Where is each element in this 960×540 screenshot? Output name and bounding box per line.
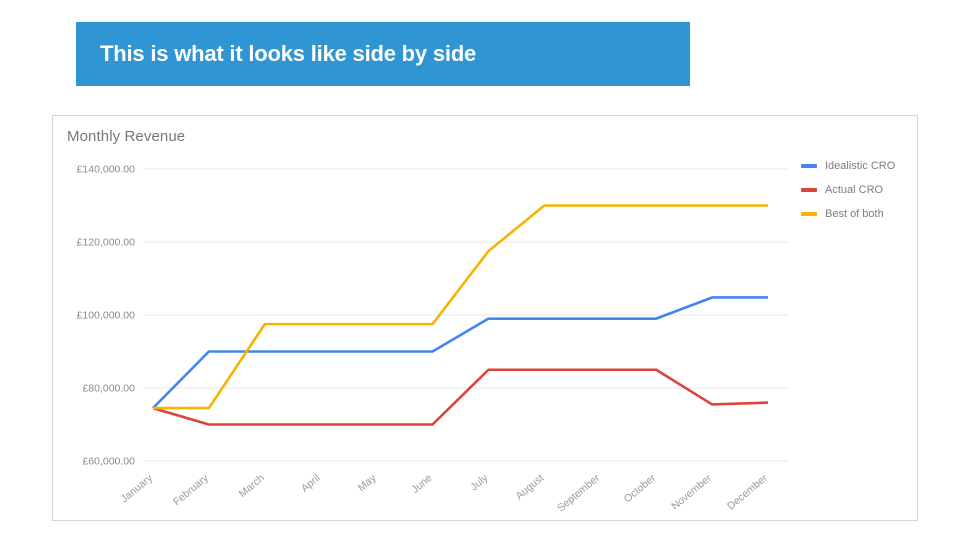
y-axis-tick-label: £120,000.00: [77, 237, 136, 249]
series-line-best-of-both: [153, 204, 768, 410]
y-axis-labels: £60,000.00 £80,000.00 £100,000.00 £120,000.…: [77, 164, 136, 468]
line-chart-svg: £60,000.00 £80,000.00 £100,000.00 £120,000.…: [77, 164, 788, 515]
x-axis-tick-label: August: [514, 472, 547, 502]
legend-item[interactable]: Actual CRO: [801, 180, 913, 200]
y-axis-tick-label: £140,000.00: [77, 164, 136, 176]
x-axis-tick-label: April: [299, 472, 323, 495]
x-axis-tick-label: January: [119, 472, 156, 506]
x-axis-tick-label: March: [237, 472, 267, 500]
chart-legend: Idealistic CRO Actual CRO Best of both: [801, 156, 913, 228]
x-axis-tick-label: September: [555, 472, 602, 515]
x-axis-labels: January February March April May June July Augu…: [119, 472, 771, 515]
x-axis-tick-label: June: [409, 472, 434, 496]
legend-item[interactable]: Best of both: [801, 204, 913, 224]
legend-label: Actual CRO: [825, 184, 884, 196]
legend-swatch-icon: [801, 164, 817, 168]
series-line-actual-cro: [152, 368, 769, 426]
y-axis-tick-label: £80,000.00: [82, 383, 135, 395]
x-axis-tick-label: July: [468, 472, 491, 494]
legend-swatch-icon: [801, 188, 817, 192]
headline-text: This is what it looks like side by side: [100, 41, 477, 66]
legend-swatch-icon: [801, 212, 817, 216]
x-axis-tick-label: December: [725, 472, 770, 513]
legend-label: Best of both: [825, 208, 884, 220]
chart-card: Monthly Revenue £60,000.00 £80,000.00 £100…: [52, 115, 918, 521]
y-axis-tick-label: £100,000.00: [77, 310, 136, 322]
x-axis-tick-label: November: [669, 472, 714, 513]
legend-label: Idealistic CRO: [825, 160, 896, 172]
x-axis-tick-label: February: [171, 472, 211, 509]
chart-plot-area: £60,000.00 £80,000.00 £100,000.00 £120,000.…: [53, 116, 919, 522]
headline-banner: This is what it looks like side by side: [76, 22, 690, 86]
x-axis-tick-label: May: [356, 472, 379, 494]
gridlines: [143, 168, 788, 462]
x-axis-tick-label: October: [622, 472, 659, 506]
y-axis-tick-label: £60,000.00: [82, 456, 135, 468]
legend-item[interactable]: Idealistic CRO: [801, 156, 913, 176]
